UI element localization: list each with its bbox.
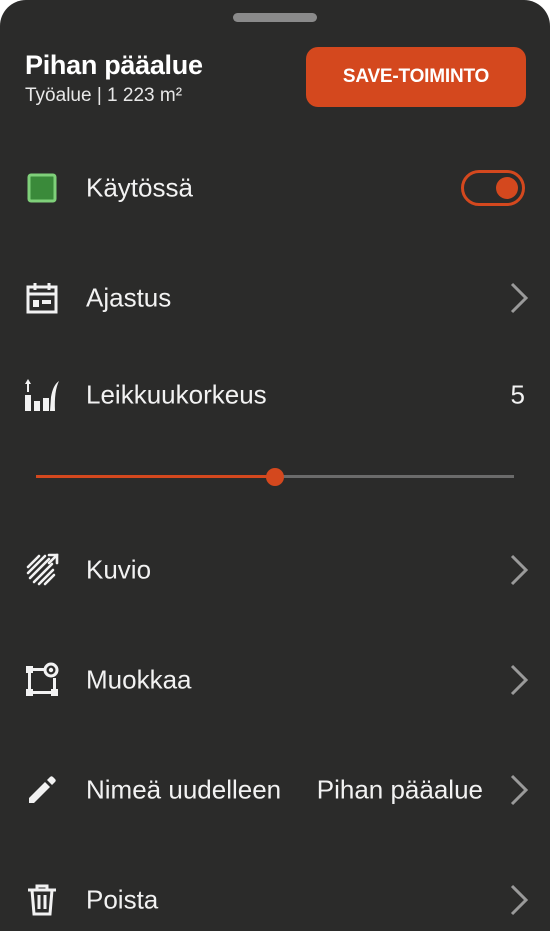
row-pattern[interactable]: Kuvio — [0, 525, 550, 615]
enabled-label: Käytössä — [86, 172, 193, 203]
save-action-button[interactable]: SAVE-TOIMINTO — [306, 47, 526, 107]
chevron-right-icon — [510, 282, 529, 314]
edit-label: Muokkaa — [86, 664, 192, 695]
cut-height-label: Leikkuukorkeus — [86, 379, 267, 410]
row-delete[interactable]: Poista — [0, 855, 550, 931]
row-enabled[interactable]: Käytössä — [0, 143, 550, 233]
edit-shape-icon — [22, 660, 62, 700]
trash-icon — [22, 880, 62, 920]
cut-height-value: 5 — [510, 379, 525, 410]
rename-current-value: Pihan pääalue — [316, 774, 483, 805]
chevron-right-icon — [510, 664, 529, 696]
chevron-right-icon — [510, 884, 529, 916]
cut-height-icon — [22, 375, 62, 415]
calendar-icon — [22, 278, 62, 318]
row-edit[interactable]: Muokkaa — [0, 635, 550, 725]
delete-label: Poista — [86, 884, 159, 915]
schedule-label: Ajastus — [86, 282, 172, 313]
chevron-right-icon — [510, 774, 529, 806]
row-cut-height: Leikkuukorkeus 5 — [0, 350, 550, 440]
area-title: Pihan pääalue — [25, 50, 203, 80]
area-subtitle: Työalue | 1 223 m² — [25, 85, 183, 106]
toggle-knob — [496, 177, 518, 199]
slider-thumb[interactable] — [266, 468, 284, 486]
pattern-label: Kuvio — [86, 554, 152, 585]
drag-handle[interactable] — [233, 13, 317, 22]
slider-fill — [36, 475, 275, 478]
checkbox-icon[interactable] — [22, 168, 62, 208]
row-rename[interactable]: Nimeä uudelleen Pihan pääalue — [0, 745, 550, 835]
chevron-right-icon — [510, 554, 529, 586]
cut-height-slider[interactable] — [36, 462, 514, 492]
pattern-icon — [22, 550, 62, 590]
row-schedule[interactable]: Ajastus — [0, 253, 550, 343]
pencil-icon — [22, 770, 62, 810]
bottom-sheet: Pihan pääalue Työalue | 1 223 m² SAVE-TO… — [0, 0, 550, 931]
rename-label: Nimeä uudelleen — [86, 774, 282, 805]
enabled-toggle[interactable] — [461, 170, 525, 206]
